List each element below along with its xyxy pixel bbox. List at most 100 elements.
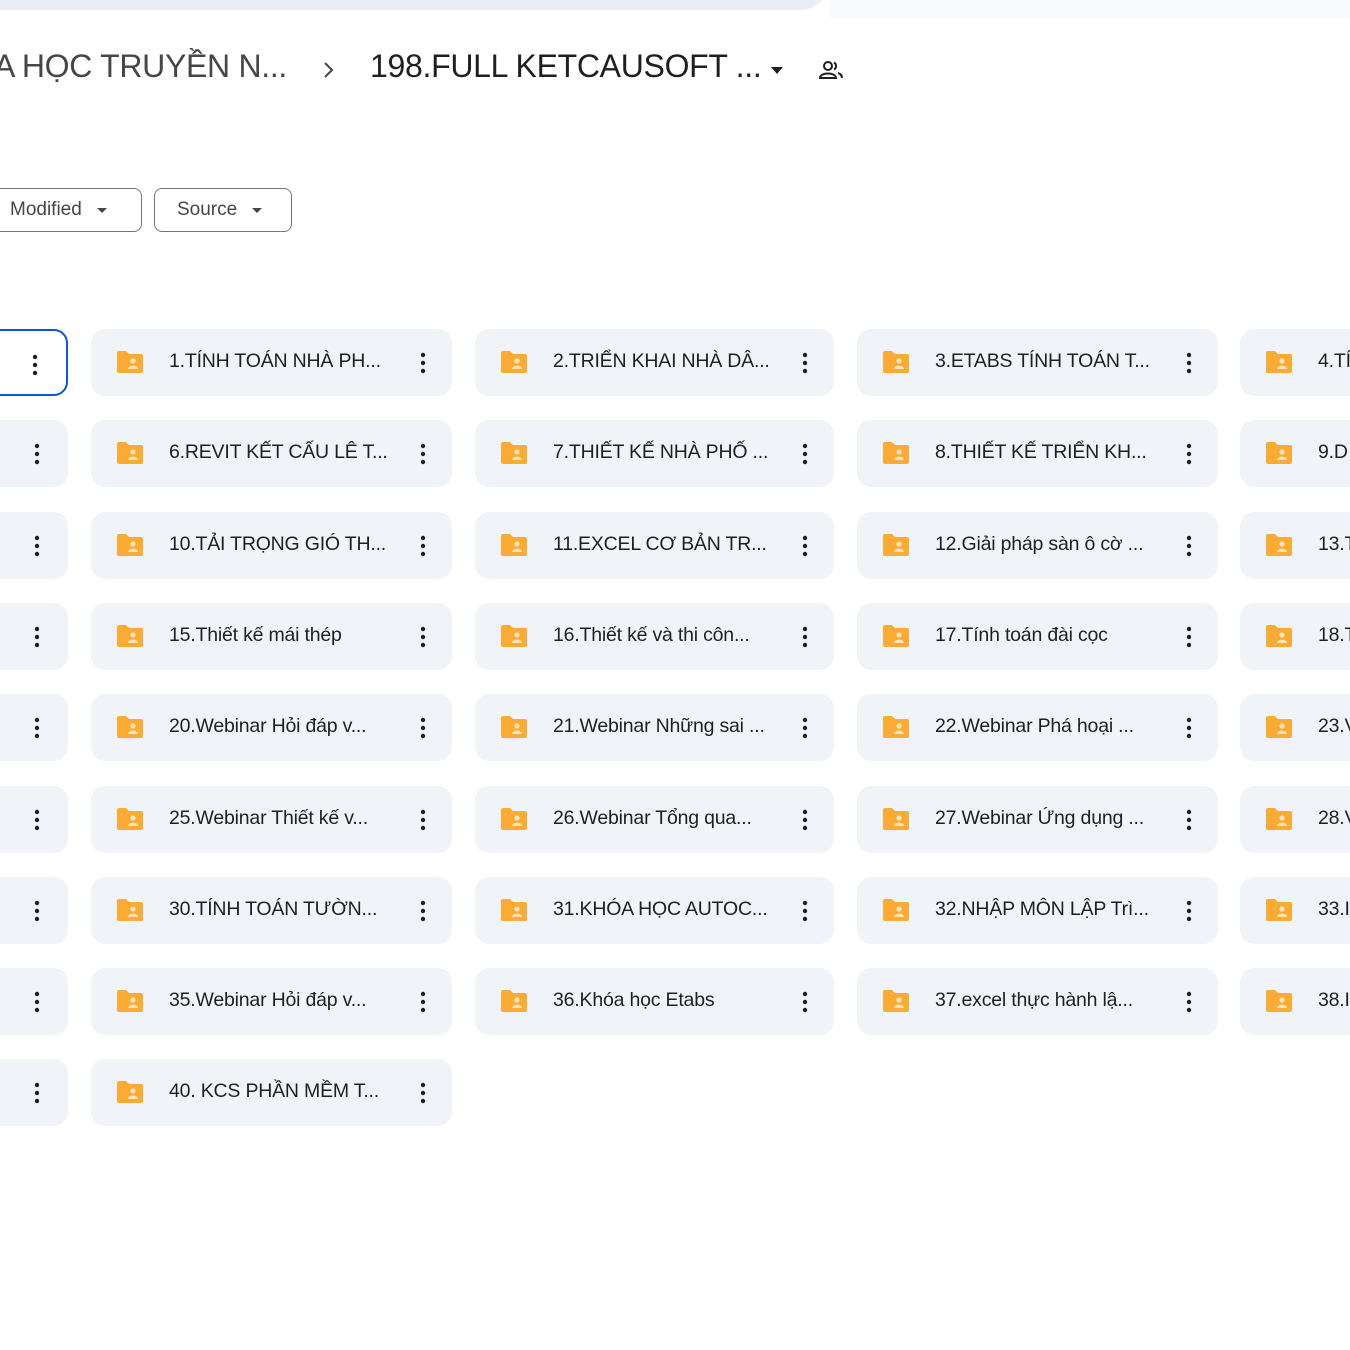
more-options-icon[interactable] — [1180, 897, 1198, 925]
more-options-icon[interactable] — [28, 440, 46, 468]
folder-card[interactable]: 1.TÍNH TOÁN NHÀ PH... — [91, 329, 452, 396]
more-options-icon[interactable] — [1180, 532, 1198, 560]
folder-card[interactable]: 9.D — [1240, 420, 1350, 487]
more-options-icon[interactable] — [28, 806, 46, 834]
more-options-icon[interactable] — [796, 897, 814, 925]
more-options-icon[interactable] — [414, 714, 432, 742]
caret-down-icon[interactable] — [768, 62, 786, 80]
more-options-icon[interactable] — [1180, 806, 1198, 834]
more-options-icon[interactable] — [796, 806, 814, 834]
more-options-icon[interactable] — [414, 1079, 432, 1107]
more-options-icon[interactable] — [796, 349, 814, 377]
more-options-icon[interactable] — [1180, 623, 1198, 651]
modified-filter-chip[interactable]: Modified — [0, 188, 142, 232]
folder-card[interactable]: 22.Webinar Phá hoại ... — [857, 694, 1218, 761]
shared-folder-icon — [117, 351, 143, 373]
folder-card[interactable]: 37.excel thực hành lậ... — [857, 968, 1218, 1035]
folder-card[interactable]: 28.V — [1240, 786, 1350, 853]
folder-card[interactable] — [0, 694, 68, 761]
more-options-icon[interactable] — [796, 623, 814, 651]
folder-card[interactable] — [0, 603, 68, 670]
more-options-icon[interactable] — [414, 897, 432, 925]
folder-card[interactable]: 2.TRIỂN KHAI NHÀ DÂ... — [475, 329, 834, 396]
more-options-icon[interactable] — [1180, 440, 1198, 468]
folder-card[interactable]: 18.T — [1240, 603, 1350, 670]
more-options-icon[interactable] — [414, 349, 432, 377]
folder-card[interactable]: 31.KHÓA HỌC AUTOC... — [475, 877, 834, 944]
folder-card-selected[interactable] — [0, 329, 68, 396]
folder-card[interactable] — [0, 877, 68, 944]
folder-name: 35.Webinar Hỏi đáp v... — [169, 989, 367, 1011]
folder-card[interactable]: 35.Webinar Hỏi đáp v... — [91, 968, 452, 1035]
folder-card[interactable]: 6.REVIT KẾT CẤU LÊ T... — [91, 420, 452, 487]
shared-folder-icon — [501, 534, 527, 556]
folder-card[interactable]: 17.Tính toán đài cọc — [857, 603, 1218, 670]
folder-card[interactable]: 11.EXCEL CƠ BẢN TR... — [475, 512, 834, 579]
more-options-icon[interactable] — [28, 623, 46, 651]
folder-card[interactable]: 8.THIẾT KẾ TRIỂN KH... — [857, 420, 1218, 487]
more-options-icon[interactable] — [796, 714, 814, 742]
folder-name: 4.TÍ — [1318, 350, 1350, 372]
more-options-icon[interactable] — [414, 440, 432, 468]
folder-card[interactable]: 13.T — [1240, 512, 1350, 579]
breadcrumb-parent[interactable]: A HỌC TRUYỀN N... — [0, 48, 287, 85]
folder-card[interactable]: 21.Webinar Những sai ... — [475, 694, 834, 761]
folder-card[interactable]: 33.I — [1240, 877, 1350, 944]
more-options-icon[interactable] — [1180, 988, 1198, 1016]
folder-card[interactable] — [0, 1059, 68, 1126]
more-options-icon[interactable] — [1180, 714, 1198, 742]
folder-card[interactable]: 27.Webinar Ứng dụng ... — [857, 786, 1218, 853]
folder-card[interactable]: 16.Thiết kế và thi côn... — [475, 603, 834, 670]
header-strip — [830, 0, 1350, 18]
shared-folder-icon — [883, 716, 909, 738]
source-filter-chip[interactable]: Source — [154, 188, 292, 232]
more-options-icon[interactable] — [796, 988, 814, 1016]
folder-name: 37.excel thực hành lậ... — [935, 989, 1133, 1011]
folder-card[interactable]: 32.NHẬP MÔN LẬP Trì... — [857, 877, 1218, 944]
folder-card[interactable]: 30.TÍNH TOÁN TƯỜN... — [91, 877, 452, 944]
shared-folder-icon — [117, 990, 143, 1012]
folder-card[interactable]: 12.Giải pháp sàn ô cờ ... — [857, 512, 1218, 579]
folder-name: 31.KHÓA HỌC AUTOC... — [553, 898, 768, 920]
more-options-icon[interactable] — [28, 532, 46, 560]
folder-card[interactable]: 38.I — [1240, 968, 1350, 1035]
more-options-icon[interactable] — [796, 532, 814, 560]
more-options-icon[interactable] — [28, 897, 46, 925]
folder-card[interactable]: 10.TẢI TRỌNG GIÓ TH... — [91, 512, 452, 579]
folder-card[interactable] — [0, 420, 68, 487]
folder-card[interactable]: 40. KCS PHẦN MỀM T... — [91, 1059, 452, 1126]
search-bar[interactable] — [0, 0, 830, 10]
folder-card[interactable]: 3.ETABS TÍNH TOÁN T... — [857, 329, 1218, 396]
folder-card[interactable] — [0, 512, 68, 579]
shared-folder-icon — [883, 808, 909, 830]
folder-card[interactable]: 25.Webinar Thiết kế v... — [91, 786, 452, 853]
more-options-icon[interactable] — [414, 806, 432, 834]
caret-down-icon — [96, 208, 107, 213]
folder-card[interactable]: 7.THIẾT KẾ NHÀ PHỐ ... — [475, 420, 834, 487]
folder-card[interactable]: 36.Khóa học Etabs — [475, 968, 834, 1035]
folder-card[interactable]: 15.Thiết kế mái thép — [91, 603, 452, 670]
more-options-icon[interactable] — [28, 1079, 46, 1107]
folder-card[interactable] — [0, 786, 68, 853]
drive-folder-view: A HỌC TRUYỀN N... 198.FULL KETCAUSOFT ..… — [0, 0, 1350, 1350]
folder-name: 11.EXCEL CƠ BẢN TR... — [553, 533, 767, 555]
folder-card[interactable]: 26.Webinar Tổng qua... — [475, 786, 834, 853]
shared-folder-icon — [883, 899, 909, 921]
more-options-icon[interactable] — [414, 988, 432, 1016]
folder-card[interactable]: 4.TÍ — [1240, 329, 1350, 396]
shared-people-icon[interactable] — [816, 58, 846, 84]
folder-card[interactable]: 23.V — [1240, 694, 1350, 761]
shared-folder-icon — [501, 990, 527, 1012]
folder-card[interactable]: 20.Webinar Hỏi đáp v... — [91, 694, 452, 761]
more-options-icon[interactable] — [1180, 349, 1198, 377]
more-options-icon[interactable] — [26, 351, 44, 379]
more-options-icon[interactable] — [28, 714, 46, 742]
breadcrumb-current[interactable]: 198.FULL KETCAUSOFT ... — [370, 48, 762, 85]
more-options-icon[interactable] — [796, 440, 814, 468]
folder-card[interactable] — [0, 968, 68, 1035]
more-options-icon[interactable] — [28, 988, 46, 1016]
more-options-icon[interactable] — [414, 623, 432, 651]
folder-name: 32.NHẬP MÔN LẬP Trì... — [935, 898, 1149, 920]
more-options-icon[interactable] — [414, 532, 432, 560]
folder-name: 3.ETABS TÍNH TOÁN T... — [935, 350, 1150, 372]
